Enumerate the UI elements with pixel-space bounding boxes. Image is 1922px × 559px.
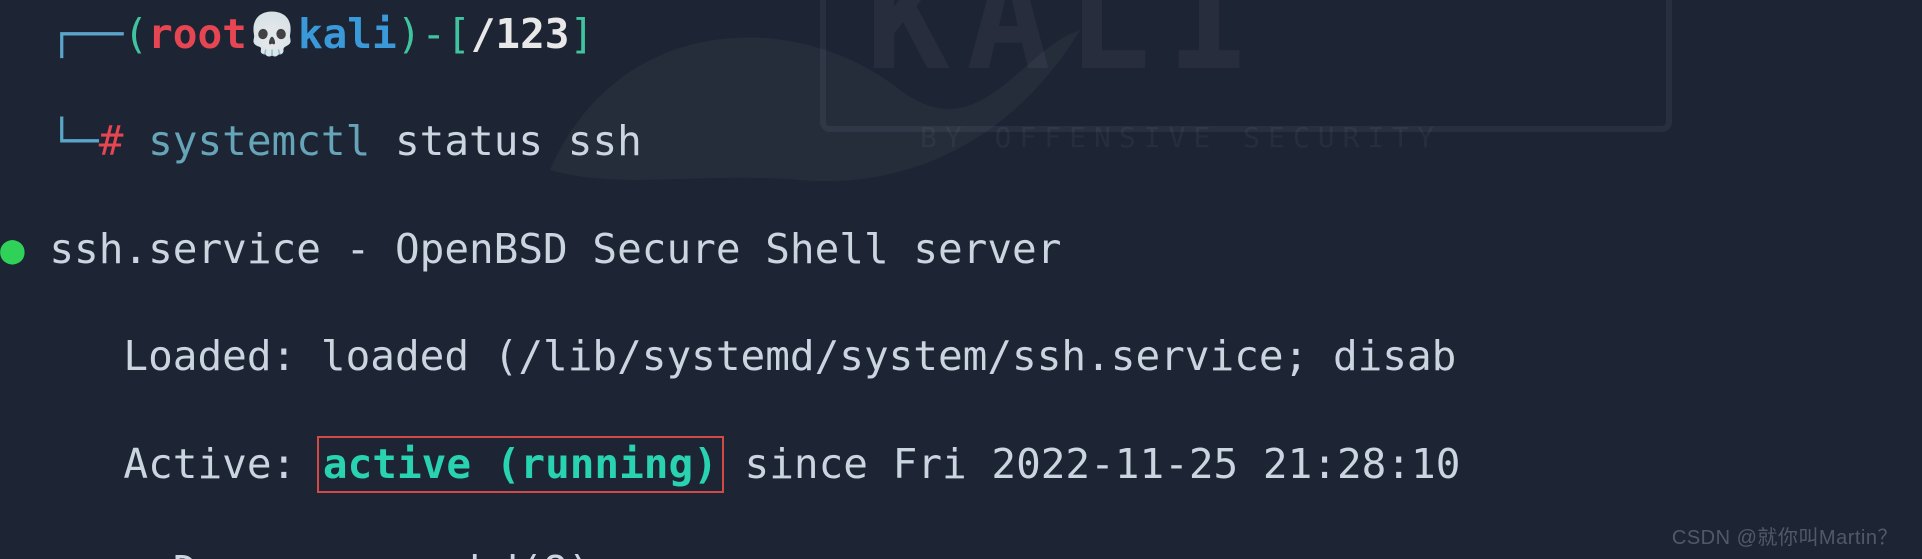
status-dot-icon: ● <box>0 225 25 273</box>
terminal-output: ┌──(root💀kali)-[/123] └─# systemctl stat… <box>0 0 1922 559</box>
active-highlight: active (running) <box>317 436 724 494</box>
skull-icon: 💀 <box>247 10 298 58</box>
service-text: ssh.service - OpenBSD Secure Shell serve… <box>25 225 1062 273</box>
prompt-cwd: /123 <box>471 10 570 58</box>
prompt-host: kali <box>298 10 397 58</box>
bracket-open: [ <box>446 10 471 58</box>
active-status: active (running) <box>323 440 718 488</box>
active-rest: since Fri 2022-11-25 21:28:10 <box>720 440 1461 488</box>
command-args: status ssh <box>395 117 642 165</box>
prompt-dash: - <box>421 10 446 58</box>
loaded-text: Loaded: loaded (/lib/systemd/system/ssh.… <box>0 332 1456 380</box>
prompt-line-2: └─# systemctl status ssh <box>0 115 1922 169</box>
service-line: ● ssh.service - OpenBSD Secure Shell ser… <box>0 223 1922 277</box>
paren-close: ) <box>397 10 422 58</box>
csdn-watermark: CSDN @就你叫Martin？ <box>1672 525 1898 551</box>
command-name: systemctl <box>148 117 370 165</box>
docs-line-1: Docs: man:sshd(8) <box>0 545 1922 559</box>
docs1-text: Docs: man:sshd(8) <box>0 547 592 559</box>
paren-open: ( <box>123 10 148 58</box>
active-line: Active: active (running) since Fri 2022-… <box>0 438 1922 492</box>
prompt-sigil: # <box>99 117 124 165</box>
tree-end-icon: └─ <box>49 117 98 165</box>
tree-corner-icon: ┌── <box>49 10 123 58</box>
active-label: Active: <box>0 440 321 488</box>
prompt-line-1: ┌──(root💀kali)-[/123] <box>0 8 1922 62</box>
loaded-line: Loaded: loaded (/lib/systemd/system/ssh.… <box>0 330 1922 384</box>
prompt-user: root <box>148 10 247 58</box>
bracket-close: ] <box>570 10 595 58</box>
